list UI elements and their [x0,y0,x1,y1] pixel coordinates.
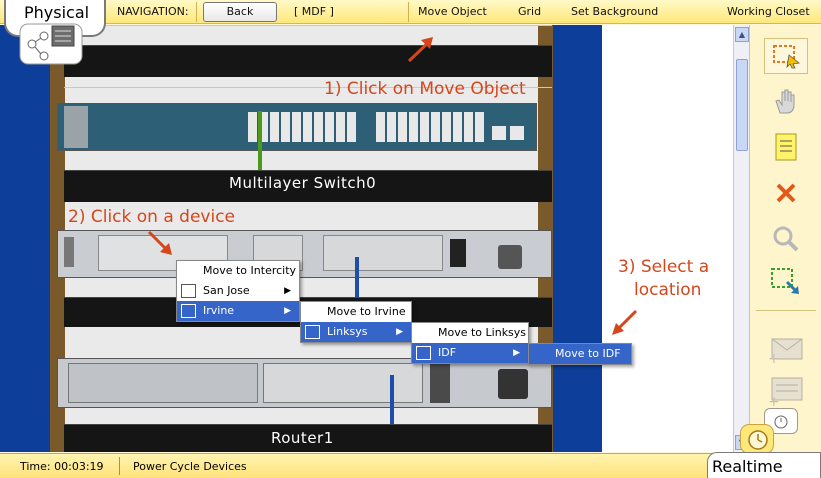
realtime-mode-tab[interactable]: Realtime [707,452,821,478]
menu-item-idf[interactable]: IDF ▶ [412,343,528,363]
arrow-icon [407,37,433,63]
resize-icon[interactable] [764,263,808,299]
context-submenu-irvine: Move to Irvine Linksys ▶ [300,301,412,343]
rack-slot [64,45,552,77]
simulation-time: Time: 00:03:19 [20,460,104,473]
arrow-icon [612,309,638,335]
menu-item-move-to-irvine[interactable]: Move to Irvine [301,302,411,322]
scroll-up-arrow-icon[interactable]: ▲ [735,27,749,42]
power-cycle-devices-button[interactable]: Power Cycle Devices [133,460,247,473]
hand-icon[interactable] [764,83,808,119]
realtime-clock-icon[interactable] [740,424,774,454]
menu-item-irvine[interactable]: Irvine ▶ [177,301,299,321]
annotation-step2: 2) Click on a device [68,207,236,227]
grid-button[interactable]: Grid [518,5,541,18]
select-icon[interactable] [764,38,808,74]
building-icon [181,304,196,318]
back-button[interactable]: Back [203,2,277,22]
svg-text:+: + [768,394,780,408]
svg-text:+: + [768,351,780,363]
physical-mode-label: Physical [24,3,90,22]
top-navigation-bar: NAVIGATION: Back [ MDF ] Move Object Gri… [0,0,821,24]
menu-item-move-to-idf[interactable]: Move to IDF [529,344,631,364]
working-closet-button[interactable]: Working Closet [727,5,810,18]
simple-pdu-icon[interactable]: + [764,330,808,366]
realtime-mode-label: Realtime [712,457,783,476]
closet-icon [305,325,320,339]
delete-icon[interactable] [764,175,808,211]
set-background-button[interactable]: Set Background [571,5,658,18]
menu-item-san-jose[interactable]: San Jose ▶ [177,281,299,301]
context-submenu-linksys: Move to Linksys IDF ▶ [411,322,529,364]
submenu-arrow-icon: ▶ [284,306,291,316]
submenu-arrow-icon: ▶ [284,286,291,296]
router-device[interactable] [57,230,552,278]
vertical-scrollbar[interactable]: ▲ ▼ [733,25,749,452]
submenu-arrow-icon: ▶ [513,348,520,358]
rack-icon [416,346,431,360]
arrow-icon [147,230,172,255]
menu-item-move-to-linksys[interactable]: Move to Linksys [412,323,528,343]
context-submenu-idf: Move to IDF [528,343,632,365]
cable [258,111,262,173]
note-icon[interactable] [764,129,808,165]
router1-device[interactable] [57,358,552,408]
physical-mode-icon[interactable] [18,22,84,66]
location-breadcrumb[interactable]: [ MDF ] [294,5,334,18]
multilayer-switch-device[interactable] [57,103,537,151]
move-object-button[interactable]: Move Object [418,5,487,18]
menu-item-move-to-intercity[interactable]: Move to Intercity [177,261,299,281]
zoom-icon[interactable] [764,221,808,257]
right-toolbar: + + [749,25,821,452]
status-bar: Time: 00:03:19 Power Cycle Devices [0,453,821,478]
building-icon [181,284,196,298]
submenu-arrow-icon: ▶ [396,327,403,337]
navigation-label: NAVIGATION: [117,5,189,18]
annotation-step3-line2: location [634,280,702,300]
annotation-step3-line1: 3) Select a [618,257,710,277]
menu-item-linksys[interactable]: Linksys ▶ [301,322,411,342]
physical-workspace[interactable]: Multilayer Switch0 1) Click on Move Obje… [0,25,733,452]
annotation-step1: 1) Click on Move Object [324,79,526,99]
scroll-thumb[interactable] [736,59,748,151]
device-label: Router1 [271,429,334,447]
context-menu: Move to Intercity San Jose ▶ Irvine ▶ [176,260,300,322]
complex-pdu-icon[interactable]: + [764,373,808,409]
device-label: Multilayer Switch0 [229,174,377,192]
